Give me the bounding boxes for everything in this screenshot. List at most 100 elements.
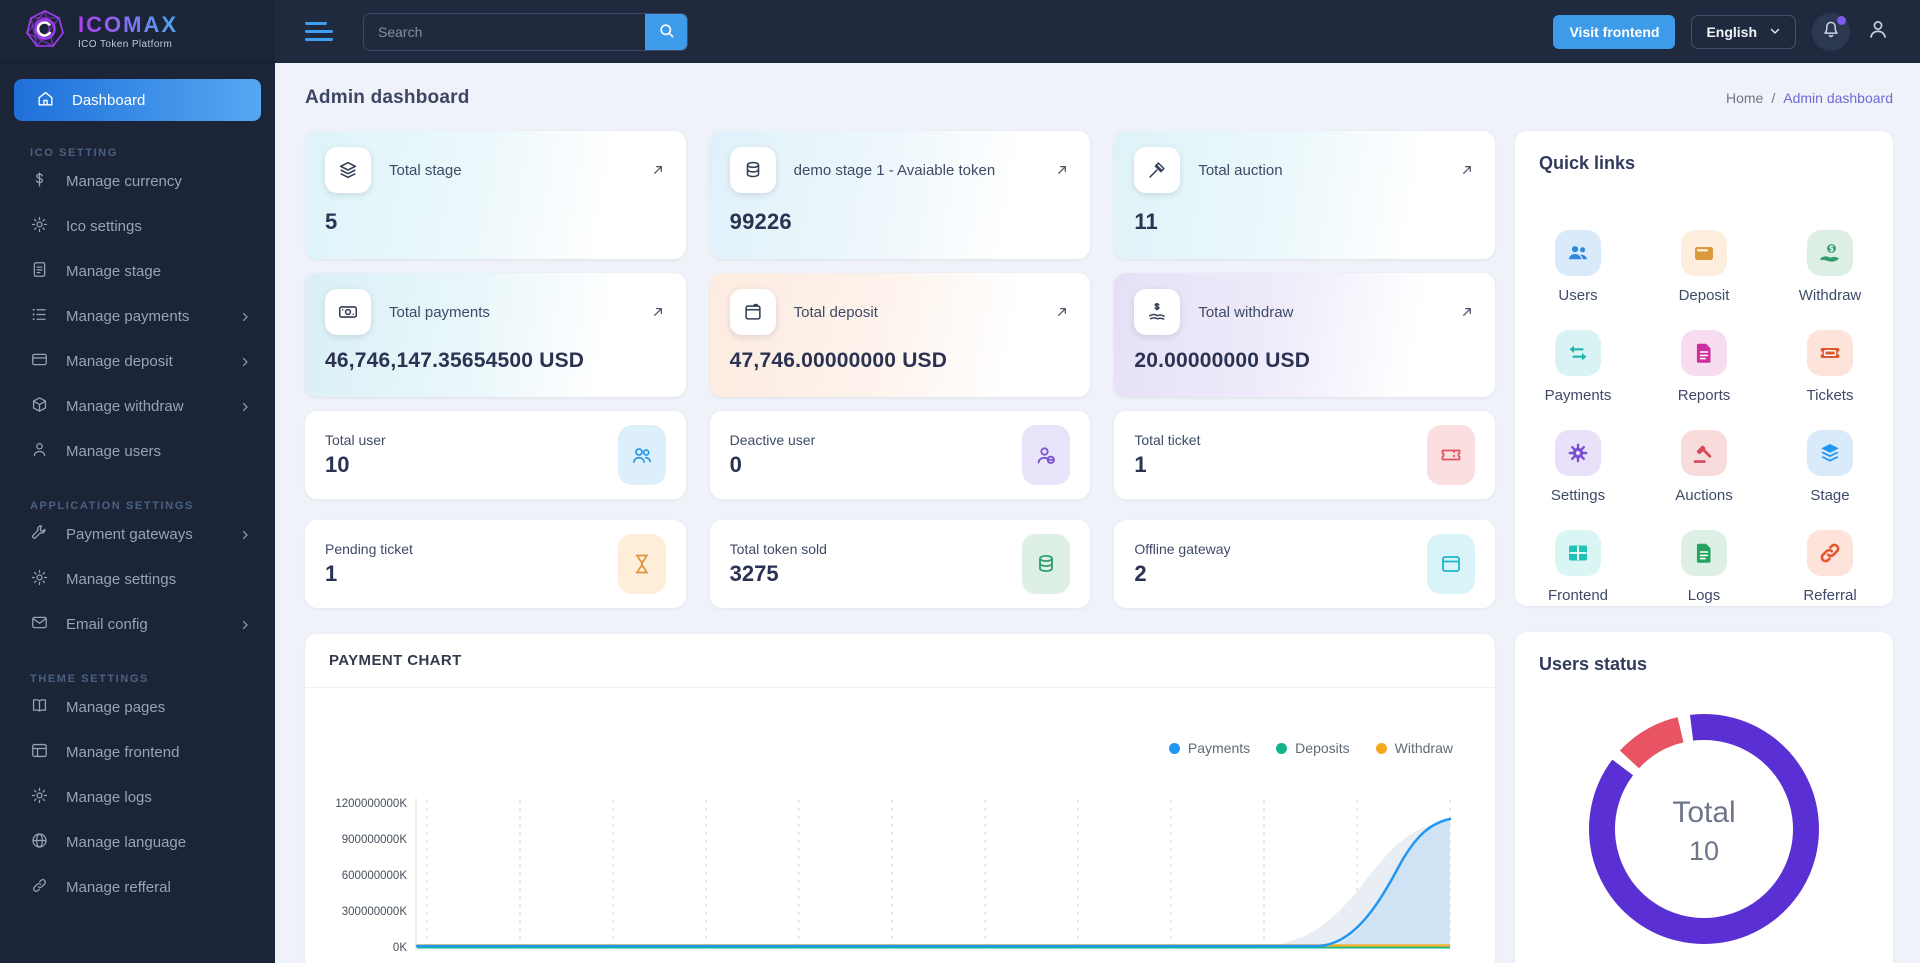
stat-card-total-auction[interactable]: Total auction 11	[1114, 131, 1495, 259]
layout-icon	[30, 741, 49, 764]
stat-card-available-token[interactable]: demo stage 1 - Avaiable token 99226	[709, 131, 1091, 259]
quick-link-label: Deposit	[1678, 287, 1730, 304]
quick-link-auctions[interactable]: Auctions	[1675, 430, 1733, 504]
stat-card-total-ticket[interactable]: Total ticket 1	[1114, 411, 1495, 499]
arrow-up-right-icon	[1459, 162, 1475, 178]
stat-card-offline-gateway[interactable]: Offline gateway 2	[1114, 520, 1495, 608]
sidebar-item-manage-frontend[interactable]: Manage frontend	[0, 730, 275, 775]
sidebar-item-manage-pages[interactable]: Manage pages	[0, 685, 275, 730]
main-content: Admin dashboard Home / Admin dashboard T…	[275, 63, 1920, 963]
sidebar-item-manage-stage[interactable]: Manage stage	[0, 249, 275, 294]
search-input[interactable]	[364, 13, 645, 50]
quick-link-payments[interactable]: Payments	[1544, 330, 1612, 404]
chevron-right-icon	[239, 311, 251, 323]
svg-text:$: $	[1829, 244, 1834, 253]
stat-card-total-payments[interactable]: Total payments 46,746,147.35654500 USD	[305, 273, 686, 397]
sidebar-group-ico-setting: ICO SETTING	[30, 147, 118, 159]
brand-logo[interactable]: ICOMAX ICO Token Platform	[0, 0, 275, 63]
users-icon	[617, 425, 666, 485]
book-icon	[30, 696, 49, 719]
quick-link-users[interactable]: Users	[1555, 230, 1601, 304]
quick-link-label: Frontend	[1547, 587, 1609, 604]
link-icon	[30, 876, 49, 899]
search-icon	[658, 22, 675, 42]
legend-label: Payments	[1187, 740, 1251, 756]
legend-item-withdraw[interactable]: Withdraw	[1375, 740, 1453, 756]
box-icon	[30, 395, 49, 418]
layers-icon	[325, 147, 371, 193]
stat-card-total-deposit[interactable]: Total deposit 47,746.00000000 USD	[709, 273, 1091, 397]
language-select[interactable]: English	[1691, 14, 1796, 49]
sidebar-item-label: Email config	[66, 616, 148, 633]
search-button[interactable]	[645, 13, 687, 50]
stat-label: Offline gateway	[1134, 541, 1231, 557]
sidebar-item-manage-refferal[interactable]: Manage refferal	[0, 865, 275, 910]
quick-link-label: Withdraw	[1798, 287, 1862, 304]
sidebar: ICOMAX ICO Token Platform Dashboard ICO …	[0, 0, 275, 963]
quick-link-stage[interactable]: Stage	[1807, 430, 1853, 504]
gear-icon	[1554, 430, 1601, 476]
mail-icon	[30, 613, 49, 636]
stat-card-total-withdraw[interactable]: Total withdraw 20.00000000 USD	[1114, 273, 1495, 397]
menu-icon[interactable]	[305, 22, 333, 41]
quick-link-referral[interactable]: Referral	[1803, 530, 1857, 604]
user-icon	[1866, 17, 1890, 46]
legend-label: Deposits	[1295, 740, 1350, 756]
quick-links-title: Quick links	[1539, 153, 1636, 173]
stat-card-total-stage[interactable]: Total stage 5	[305, 131, 686, 259]
legend-dot-payments	[1168, 742, 1180, 754]
sidebar-group-application-settings: APPLICATION SETTINGS	[30, 500, 194, 512]
sidebar-item-manage-currency[interactable]: Manage currency	[0, 159, 275, 204]
sidebar-item-label: Manage settings	[66, 571, 177, 588]
quick-link-deposit[interactable]: Deposit	[1678, 230, 1730, 304]
arrow-up-right-icon	[650, 162, 666, 178]
breadcrumb: Home / Admin dashboard	[1726, 90, 1893, 106]
coins-icon	[1022, 534, 1071, 594]
sidebar-item-manage-withdraw[interactable]: Manage withdraw	[0, 384, 275, 429]
visit-frontend-button[interactable]: Visit frontend	[1553, 14, 1676, 49]
sidebar-item-payment-gateways[interactable]: Payment gateways	[0, 512, 275, 557]
donut-center-label: Total	[1672, 796, 1736, 829]
sidebar-item-manage-users[interactable]: Manage users	[0, 429, 275, 474]
chevron-right-icon	[239, 356, 251, 368]
breadcrumb-home-link[interactable]: Home	[1726, 90, 1763, 106]
profile-button[interactable]	[1866, 17, 1890, 46]
stat-card-total-user[interactable]: Total user 10	[305, 411, 686, 499]
ticket-icon	[1806, 330, 1853, 376]
stat-card-deactive-user[interactable]: Deactive user 0	[709, 411, 1091, 499]
ticket-icon	[1426, 425, 1475, 485]
sidebar-item-manage-logs[interactable]: Manage logs	[0, 775, 275, 820]
stat-value: 11	[1134, 209, 1158, 234]
stat-value: 3275	[729, 561, 779, 586]
sidebar-item-manage-settings[interactable]: Manage settings	[0, 557, 275, 602]
quick-link-tickets[interactable]: Tickets	[1806, 330, 1853, 404]
sidebar-item-manage-language[interactable]: Manage language	[0, 820, 275, 865]
sidebar-item-dashboard[interactable]: Dashboard	[14, 79, 261, 121]
sidebar-item-label: Payment gateways	[66, 526, 193, 543]
quick-link-logs[interactable]: Logs	[1681, 530, 1727, 604]
legend-item-payments[interactable]: Payments	[1168, 740, 1251, 756]
sidebar-item-label: Manage users	[66, 443, 162, 460]
notifications-button[interactable]	[1812, 12, 1850, 51]
legend-item-deposits[interactable]: Deposits	[1276, 740, 1350, 756]
stat-value: 1	[1134, 452, 1147, 477]
sidebar-item-label: Manage refferal	[66, 879, 171, 896]
swap-icon	[1554, 330, 1601, 376]
sidebar-item-ico-settings[interactable]: Ico settings	[0, 204, 275, 249]
quick-link-label: Stage	[1810, 487, 1850, 504]
chevron-right-icon	[239, 529, 251, 541]
sidebar-item-email-config[interactable]: Email config	[0, 602, 275, 647]
quick-link-withdraw[interactable]: $ Withdraw	[1798, 230, 1862, 304]
stat-card-total-token-sold[interactable]: Total token sold 3275	[709, 520, 1091, 608]
quick-link-settings[interactable]: Settings	[1551, 430, 1605, 504]
stat-label: Total token sold	[729, 541, 827, 557]
stat-card-pending-ticket[interactable]: Pending ticket 1	[305, 520, 686, 608]
quick-link-label: Payments	[1544, 387, 1612, 404]
sidebar-item-manage-deposit[interactable]: Manage deposit	[0, 339, 275, 384]
sidebar-item-manage-payments[interactable]: Manage payments	[0, 294, 275, 339]
quick-link-reports[interactable]: Reports	[1678, 330, 1730, 404]
chart-legend: Payments Deposits Withdraw	[305, 740, 1453, 756]
stat-value: 10	[325, 452, 350, 477]
stat-label: Total withdraw	[1198, 303, 1294, 321]
quick-link-frontend[interactable]: Frontend	[1548, 530, 1608, 604]
